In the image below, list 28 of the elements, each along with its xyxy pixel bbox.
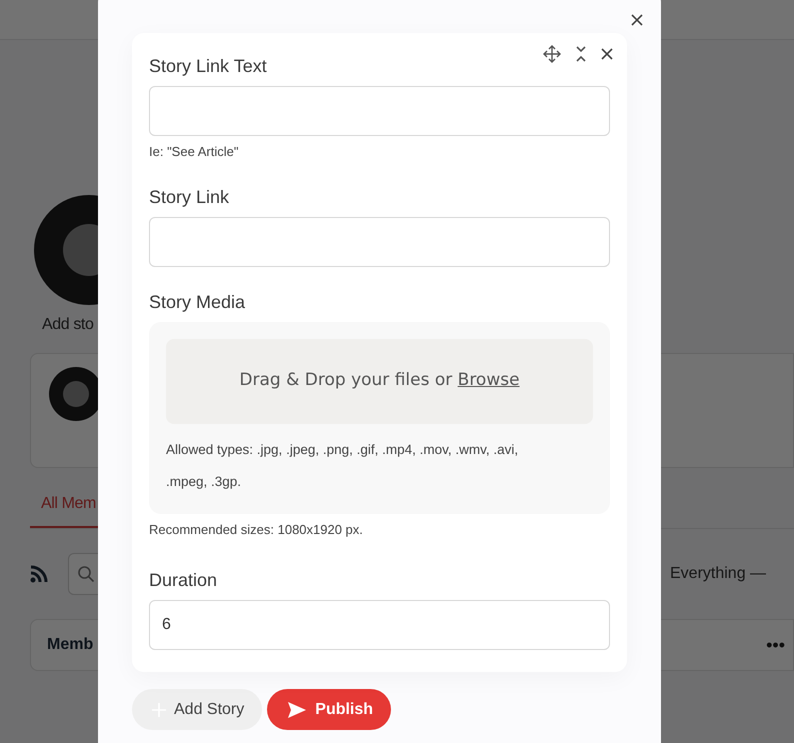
collapse-button[interactable] — [575, 45, 587, 63]
help-text: Recommended sizes: 1080x1920 px. — [149, 520, 364, 539]
field-label: Story Link — [149, 186, 230, 209]
move-icon — [543, 45, 561, 63]
field-label: Story Media — [149, 290, 246, 314]
publish-button[interactable]: Publish — [267, 689, 392, 730]
drop-zone[interactable]: Drag & Drop your files or Browse — [166, 338, 593, 424]
close-button[interactable] — [629, 12, 645, 28]
input-field[interactable] — [149, 216, 610, 266]
input-field[interactable] — [149, 86, 610, 136]
close-icon — [601, 48, 613, 60]
collapse-icon — [575, 46, 587, 62]
input-field[interactable]: 6 — [149, 600, 610, 650]
more-menu[interactable]: ••• — [766, 632, 785, 658]
rss-icon[interactable] — [30, 565, 48, 583]
filter-select[interactable]: Everything — — [670, 562, 766, 586]
close-icon — [631, 14, 643, 26]
browse-link[interactable]: Browse — [458, 370, 520, 390]
search-icon — [77, 565, 95, 583]
field-label: Story Link Text — [149, 55, 267, 78]
move-handle[interactable] — [543, 45, 561, 63]
help-text: Ie: "See Article" — [149, 143, 240, 161]
drop-instructions: Drag & Drop your files or Browse — [239, 369, 520, 392]
column-header: Memb — [47, 635, 94, 655]
field-label: Duration — [149, 569, 218, 592]
add-story-button[interactable]: Add Story — [132, 689, 262, 730]
allowed-types-text: Allowed types: .jpg, .jpeg, .png, .gif, .mp4, .mov, .wmv, .avi, .mpeg, .3gp. — [166, 440, 520, 491]
send-icon — [287, 700, 308, 718]
